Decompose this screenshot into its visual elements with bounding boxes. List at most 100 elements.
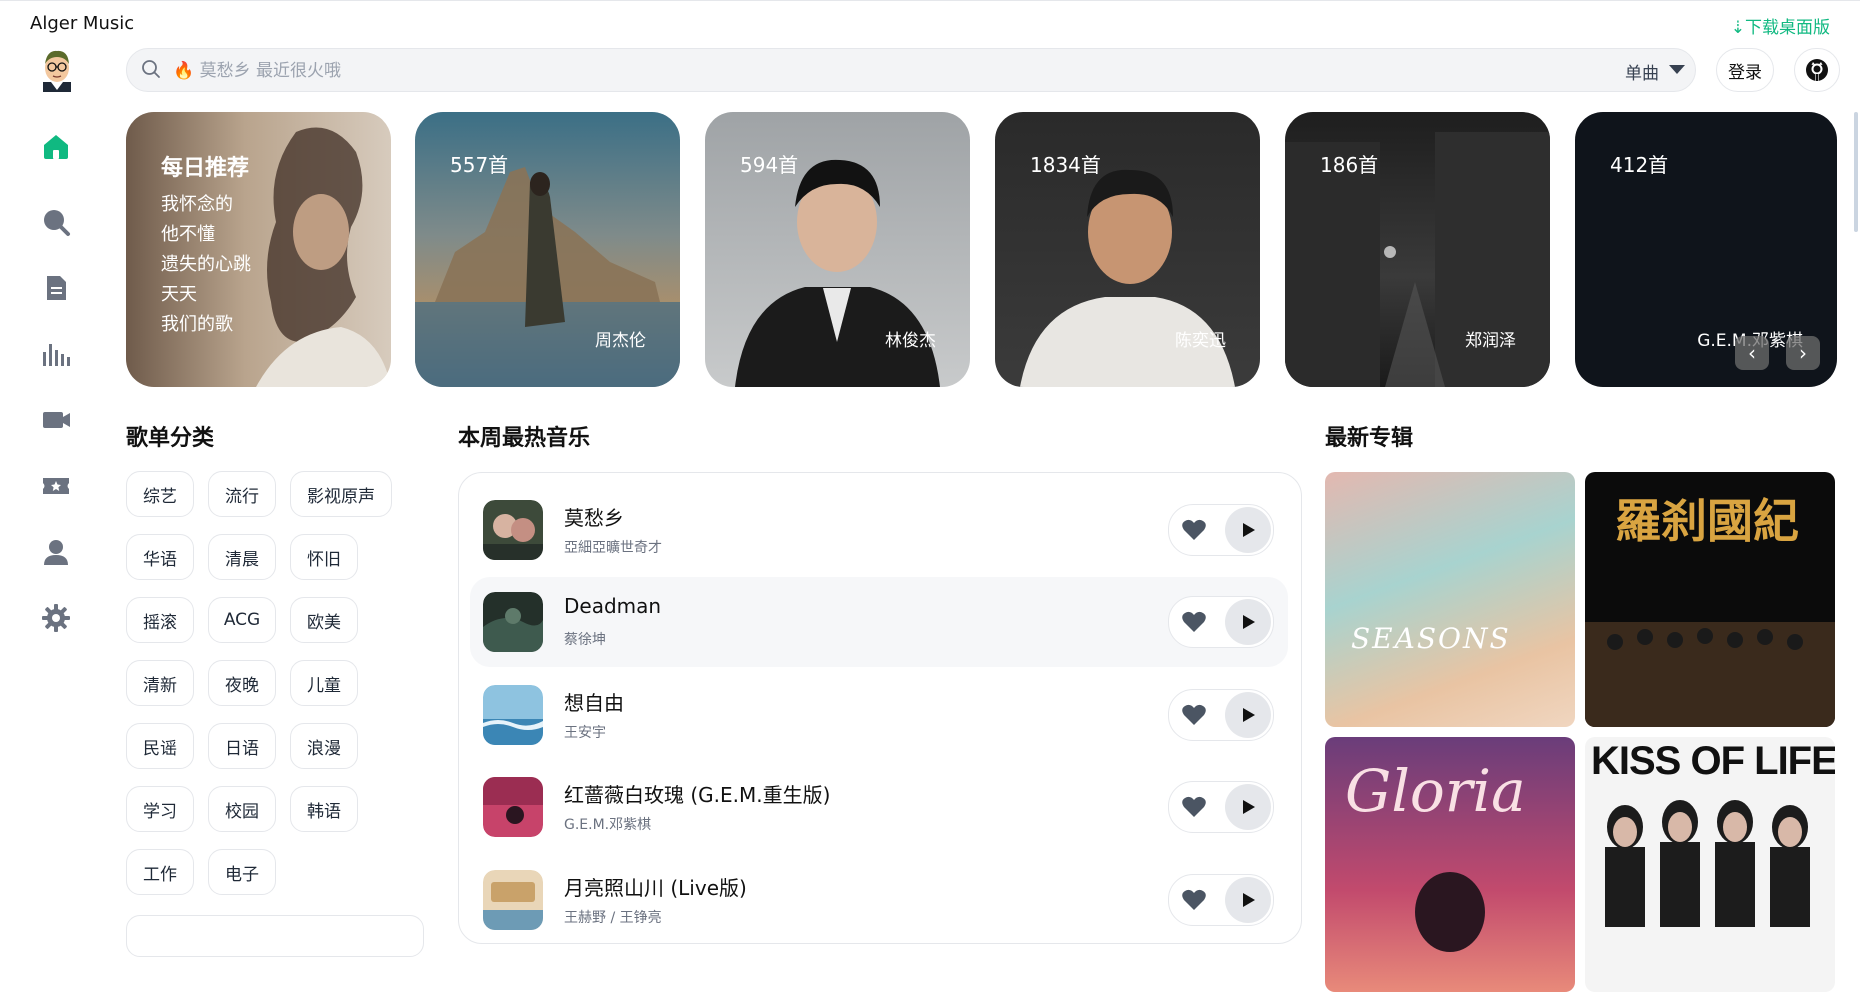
artist-card-jay-chou[interactable]: 557首 周杰伦 [415, 112, 680, 387]
category-tag[interactable]: 学习 [126, 786, 194, 832]
category-tag[interactable]: 流行 [208, 471, 276, 517]
album-card[interactable]: KISS OF LIFE [1585, 737, 1835, 992]
scrollbar-thumb[interactable] [1854, 112, 1858, 232]
song-row[interactable]: 红蔷薇白玫瑰 (G.E.M.重生版) G.E.M.邓紫棋 [470, 762, 1288, 852]
carousel-next-button[interactable]: › [1786, 336, 1820, 370]
categories-title: 歌单分类 [126, 426, 215, 451]
search-icon [142, 60, 160, 78]
song-title: 想自由 [564, 691, 624, 715]
play-button[interactable] [1225, 599, 1271, 645]
artist-card-zheng-runze[interactable]: 186首 郑润泽 [1285, 112, 1550, 387]
play-button[interactable] [1225, 507, 1271, 553]
play-button[interactable] [1225, 877, 1271, 923]
artist-name: 陈奕迅 [1175, 331, 1226, 351]
chevron-down-icon[interactable] [1669, 65, 1685, 74]
song-title: 红蔷薇白玫瑰 (G.E.M.重生版) [564, 783, 831, 807]
ticket-star-icon[interactable] [40, 470, 72, 502]
song-cover [483, 777, 543, 837]
daily-song: 天天 [161, 284, 197, 305]
category-tag[interactable]: 清晨 [208, 534, 276, 580]
category-panel-edge [126, 915, 424, 957]
search-type-select[interactable]: 单曲 [1625, 59, 1659, 84]
category-tag[interactable]: ACG [208, 597, 276, 643]
song-actions [1168, 781, 1274, 833]
heart-icon[interactable] [1181, 609, 1207, 635]
albums-title: 最新专辑 [1325, 426, 1414, 451]
album-cover-text: SEASONS [1351, 622, 1511, 655]
category-tag[interactable]: 摇滚 [126, 597, 194, 643]
album-card[interactable]: SEASONS [1325, 472, 1575, 727]
sidebar [0, 46, 112, 930]
song-cover [483, 592, 543, 652]
category-tag[interactable]: 民谣 [126, 723, 194, 769]
video-camera-icon[interactable] [40, 404, 72, 436]
daily-recommend-card[interactable]: 每日推荐 我怀念的 他不懂 遗失的心跳 天天 我们的歌 [126, 112, 391, 387]
album-card[interactable]: 羅刹國紀 [1585, 472, 1835, 727]
category-tag[interactable]: 清新 [126, 660, 194, 706]
song-actions [1168, 874, 1274, 926]
heart-icon[interactable] [1181, 517, 1207, 543]
category-tag[interactable]: 怀旧 [290, 534, 358, 580]
artist-card-jj-lin[interactable]: 594首 林俊杰 [705, 112, 970, 387]
home-icon[interactable] [40, 130, 72, 162]
song-artist: 王安宇 [564, 725, 606, 741]
daily-song: 我们的歌 [161, 314, 233, 335]
daily-song: 我怀念的 [161, 194, 233, 215]
search-icon[interactable] [40, 206, 72, 238]
github-button[interactable] [1794, 48, 1840, 92]
carousel-prev-button[interactable]: ‹ [1735, 336, 1769, 370]
song-cover [483, 500, 543, 560]
github-icon [1806, 59, 1828, 81]
song-actions [1168, 504, 1274, 556]
avatar[interactable] [37, 48, 77, 92]
category-tag[interactable]: 日语 [208, 723, 276, 769]
category-tag[interactable]: 浪漫 [290, 723, 358, 769]
song-title: Deadman [564, 594, 662, 618]
group-photo [1605, 800, 1810, 927]
play-button[interactable] [1225, 692, 1271, 738]
download-desktop-link[interactable]: ⇣下载桌面版 [1731, 13, 1830, 38]
bar-chart-icon[interactable] [40, 338, 72, 370]
artist-name: 周杰伦 [595, 331, 646, 351]
song-row[interactable]: 想自由 王安宇 [470, 670, 1288, 760]
heart-icon[interactable] [1181, 794, 1207, 820]
scrollbar[interactable] [1852, 112, 1860, 930]
category-tag[interactable]: 夜晚 [208, 660, 276, 706]
play-icon [1243, 615, 1255, 629]
play-icon [1243, 800, 1255, 814]
category-tag[interactable]: 欧美 [290, 597, 358, 643]
song-title: 月亮照山川 (Live版) [564, 876, 747, 900]
play-button[interactable] [1225, 784, 1271, 830]
category-tag[interactable]: 华语 [126, 534, 194, 580]
heart-icon[interactable] [1181, 702, 1207, 728]
album-card[interactable]: Gloria [1325, 737, 1575, 992]
category-tag[interactable]: 工作 [126, 849, 194, 895]
category-tag[interactable]: 影视原声 [290, 471, 392, 517]
song-row[interactable]: 莫愁乡 亞細亞曠世奇才 [470, 485, 1288, 575]
daily-song: 遗失的心跳 [161, 254, 251, 275]
artist-card-eason-chan[interactable]: 1834首 陈奕迅 [995, 112, 1260, 387]
song-title: 莫愁乡 [564, 506, 624, 530]
category-tag[interactable]: 电子 [208, 849, 276, 895]
category-tag[interactable]: 韩语 [290, 786, 358, 832]
daily-song-list: 我怀念的 他不懂 遗失的心跳 天天 我们的歌 [161, 190, 251, 340]
category-tag[interactable]: 儿童 [290, 660, 358, 706]
song-count: 186首 [1320, 153, 1379, 177]
user-icon[interactable] [40, 536, 72, 568]
document-icon[interactable] [40, 272, 72, 304]
gear-icon[interactable] [40, 602, 72, 634]
search-bar: 单曲 [126, 48, 1696, 92]
heart-icon[interactable] [1181, 887, 1207, 913]
category-tag[interactable]: 校园 [208, 786, 276, 832]
login-button[interactable]: 登录 [1716, 48, 1774, 92]
play-icon [1243, 708, 1255, 722]
song-actions [1168, 596, 1274, 648]
artist-name: 郑润泽 [1465, 331, 1516, 351]
song-artist: 蔡徐坤 [564, 632, 606, 648]
category-tag[interactable]: 综艺 [126, 471, 194, 517]
song-row[interactable]: 月亮照山川 (Live版) 王赫野 / 王铮亮 [470, 855, 1288, 930]
title-bar: Alger Music ⇣下载桌面版 [0, 0, 1860, 47]
search-input[interactable] [171, 57, 1475, 85]
song-row[interactable]: Deadman 蔡徐坤 [470, 577, 1288, 667]
song-count: 557首 [450, 153, 509, 177]
